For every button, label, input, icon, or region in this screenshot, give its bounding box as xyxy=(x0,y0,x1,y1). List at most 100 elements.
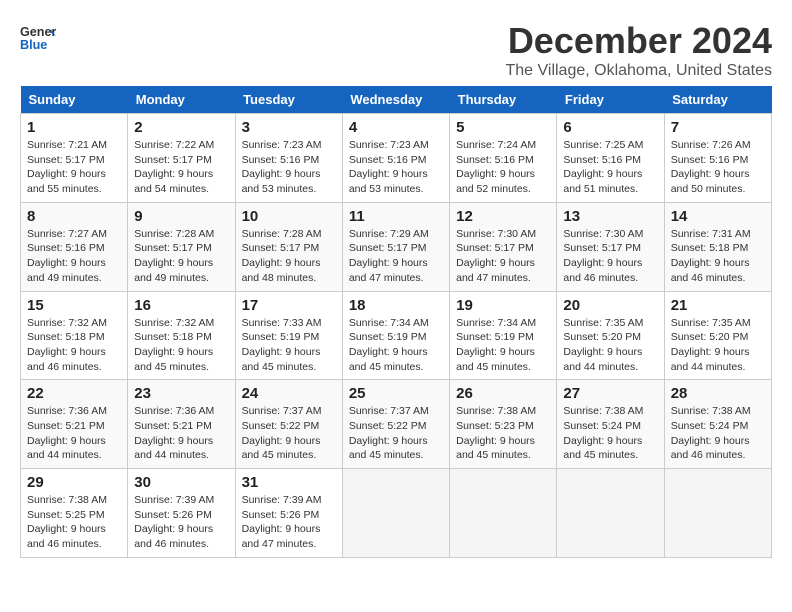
calendar-cell: 17 Sunrise: 7:33 AMSunset: 5:19 PMDayligh… xyxy=(235,291,342,380)
day-number: 14 xyxy=(671,208,765,225)
calendar-cell xyxy=(342,469,449,558)
day-info: Sunrise: 7:36 AMSunset: 5:21 PMDaylight:… xyxy=(134,404,228,463)
logo: General Blue xyxy=(20,20,56,56)
calendar-subtitle: The Village, Oklahoma, United States xyxy=(505,62,772,80)
calendar-cell xyxy=(664,469,771,558)
calendar-cell: 26 Sunrise: 7:38 AMSunset: 5:23 PMDayligh… xyxy=(450,380,557,469)
day-number: 3 xyxy=(242,119,336,136)
day-number: 25 xyxy=(349,385,443,402)
day-info: Sunrise: 7:38 AMSunset: 5:24 PMDaylight:… xyxy=(563,404,657,463)
day-number: 30 xyxy=(134,474,228,491)
calendar-cell: 11Sunrise: 7:29 AMSunset: 5:17 PMDayligh… xyxy=(342,202,449,291)
day-number: 31 xyxy=(242,474,336,491)
header: General Blue December 2024 The Village, … xyxy=(20,20,772,80)
day-number: 12 xyxy=(456,208,550,225)
calendar-cell: 23 Sunrise: 7:36 AMSunset: 5:21 PMDayligh… xyxy=(128,380,235,469)
calendar-cell: 10 Sunrise: 7:28 AMSunset: 5:17 PMDayligh… xyxy=(235,202,342,291)
calendar-cell: 27 Sunrise: 7:38 AMSunset: 5:24 PMDayligh… xyxy=(557,380,664,469)
day-number: 18 xyxy=(349,297,443,314)
day-number: 2 xyxy=(134,119,228,136)
day-info: Sunrise: 7:26 AMSunset: 5:16 PMDaylight:… xyxy=(671,138,765,197)
calendar-cell: 7 Sunrise: 7:26 AMSunset: 5:16 PMDaylight… xyxy=(664,114,771,203)
day-info: Sunrise: 7:33 AMSunset: 5:19 PMDaylight:… xyxy=(242,316,336,375)
day-of-week-header: Tuesday xyxy=(235,86,342,114)
day-info: Sunrise: 7:34 AMSunset: 5:19 PMDaylight:… xyxy=(349,316,443,375)
day-number: 16 xyxy=(134,297,228,314)
day-number: 28 xyxy=(671,385,765,402)
day-info: Sunrise: 7:35 AMSunset: 5:20 PMDaylight:… xyxy=(671,316,765,375)
day-info: Sunrise: 7:31 AMSunset: 5:18 PMDaylight:… xyxy=(671,227,765,286)
day-number: 6 xyxy=(563,119,657,136)
calendar-cell: 12 Sunrise: 7:30 AMSunset: 5:17 PMDayligh… xyxy=(450,202,557,291)
day-of-week-header: Sunday xyxy=(21,86,128,114)
day-info: Sunrise: 7:28 AMSunset: 5:17 PMDaylight:… xyxy=(242,227,336,286)
calendar-cell: 9Sunrise: 7:28 AMSunset: 5:17 PMDaylight… xyxy=(128,202,235,291)
day-of-week-header: Monday xyxy=(128,86,235,114)
day-info: Sunrise: 7:39 AMSunset: 5:26 PMDaylight:… xyxy=(242,493,336,552)
day-info: Sunrise: 7:38 AMSunset: 5:23 PMDaylight:… xyxy=(456,404,550,463)
calendar-week-row: 8 Sunrise: 7:27 AMSunset: 5:16 PMDaylight… xyxy=(21,202,772,291)
day-info: Sunrise: 7:27 AMSunset: 5:16 PMDaylight:… xyxy=(27,227,121,286)
day-number: 29 xyxy=(27,474,121,491)
day-info: Sunrise: 7:30 AMSunset: 5:17 PMDaylight:… xyxy=(456,227,550,286)
day-number: 17 xyxy=(242,297,336,314)
calendar-cell: 13Sunrise: 7:30 AMSunset: 5:17 PMDayligh… xyxy=(557,202,664,291)
calendar-cell: 30Sunrise: 7:39 AMSunset: 5:26 PMDayligh… xyxy=(128,469,235,558)
calendar-cell: 19 Sunrise: 7:34 AMSunset: 5:19 PMDayligh… xyxy=(450,291,557,380)
day-number: 1 xyxy=(27,119,121,136)
title-area: December 2024 The Village, Oklahoma, Uni… xyxy=(505,20,772,80)
calendar-cell: 5Sunrise: 7:24 AMSunset: 5:16 PMDaylight… xyxy=(450,114,557,203)
day-number: 19 xyxy=(456,297,550,314)
day-number: 21 xyxy=(671,297,765,314)
calendar-cell: 28 Sunrise: 7:38 AMSunset: 5:24 PMDayligh… xyxy=(664,380,771,469)
day-number: 15 xyxy=(27,297,121,314)
day-of-week-header: Friday xyxy=(557,86,664,114)
calendar-cell: 25 Sunrise: 7:37 AMSunset: 5:22 PMDayligh… xyxy=(342,380,449,469)
calendar-week-row: 29 Sunrise: 7:38 AMSunset: 5:25 PMDayligh… xyxy=(21,469,772,558)
day-info: Sunrise: 7:38 AMSunset: 5:25 PMDaylight:… xyxy=(27,493,121,552)
day-number: 13 xyxy=(563,208,657,225)
day-number: 4 xyxy=(349,119,443,136)
day-number: 27 xyxy=(563,385,657,402)
day-number: 10 xyxy=(242,208,336,225)
day-info: Sunrise: 7:37 AMSunset: 5:22 PMDaylight:… xyxy=(349,404,443,463)
day-info: Sunrise: 7:22 AMSunset: 5:17 PMDaylight:… xyxy=(134,138,228,197)
calendar-cell: 1Sunrise: 7:21 AMSunset: 5:17 PMDaylight… xyxy=(21,114,128,203)
calendar-cell xyxy=(450,469,557,558)
calendar-week-row: 22Sunrise: 7:36 AMSunset: 5:21 PMDayligh… xyxy=(21,380,772,469)
calendar-cell: 22Sunrise: 7:36 AMSunset: 5:21 PMDayligh… xyxy=(21,380,128,469)
day-info: Sunrise: 7:28 AMSunset: 5:17 PMDaylight:… xyxy=(134,227,228,286)
day-info: Sunrise: 7:38 AMSunset: 5:24 PMDaylight:… xyxy=(671,404,765,463)
calendar-cell: 6Sunrise: 7:25 AMSunset: 5:16 PMDaylight… xyxy=(557,114,664,203)
calendar-cell: 31 Sunrise: 7:39 AMSunset: 5:26 PMDayligh… xyxy=(235,469,342,558)
logo-icon: General Blue xyxy=(20,20,56,56)
calendar-cell: 3 Sunrise: 7:23 AMSunset: 5:16 PMDaylight… xyxy=(235,114,342,203)
day-info: Sunrise: 7:24 AMSunset: 5:16 PMDaylight:… xyxy=(456,138,550,197)
calendar-week-row: 1Sunrise: 7:21 AMSunset: 5:17 PMDaylight… xyxy=(21,114,772,203)
calendar-cell xyxy=(557,469,664,558)
calendar-body: 1Sunrise: 7:21 AMSunset: 5:17 PMDaylight… xyxy=(21,114,772,558)
day-info: Sunrise: 7:36 AMSunset: 5:21 PMDaylight:… xyxy=(27,404,121,463)
calendar-table: SundayMondayTuesdayWednesdayThursdayFrid… xyxy=(20,86,772,558)
day-of-week-header: Thursday xyxy=(450,86,557,114)
calendar-cell: 29 Sunrise: 7:38 AMSunset: 5:25 PMDayligh… xyxy=(21,469,128,558)
svg-text:Blue: Blue xyxy=(20,38,47,52)
day-info: Sunrise: 7:23 AMSunset: 5:16 PMDaylight:… xyxy=(349,138,443,197)
day-info: Sunrise: 7:35 AMSunset: 5:20 PMDaylight:… xyxy=(563,316,657,375)
day-number: 23 xyxy=(134,385,228,402)
calendar-cell: 21 Sunrise: 7:35 AMSunset: 5:20 PMDayligh… xyxy=(664,291,771,380)
calendar-cell: 8 Sunrise: 7:27 AMSunset: 5:16 PMDaylight… xyxy=(21,202,128,291)
day-info: Sunrise: 7:32 AMSunset: 5:18 PMDaylight:… xyxy=(27,316,121,375)
calendar-cell: 20 Sunrise: 7:35 AMSunset: 5:20 PMDayligh… xyxy=(557,291,664,380)
day-number: 26 xyxy=(456,385,550,402)
day-info: Sunrise: 7:34 AMSunset: 5:19 PMDaylight:… xyxy=(456,316,550,375)
calendar-week-row: 15 Sunrise: 7:32 AMSunset: 5:18 PMDayligh… xyxy=(21,291,772,380)
day-info: Sunrise: 7:23 AMSunset: 5:16 PMDaylight:… xyxy=(242,138,336,197)
calendar-cell: 15 Sunrise: 7:32 AMSunset: 5:18 PMDayligh… xyxy=(21,291,128,380)
day-number: 8 xyxy=(27,208,121,225)
day-info: Sunrise: 7:29 AMSunset: 5:17 PMDaylight:… xyxy=(349,227,443,286)
day-number: 20 xyxy=(563,297,657,314)
day-number: 7 xyxy=(671,119,765,136)
day-info: Sunrise: 7:37 AMSunset: 5:22 PMDaylight:… xyxy=(242,404,336,463)
calendar-header-row: SundayMondayTuesdayWednesdayThursdayFrid… xyxy=(21,86,772,114)
